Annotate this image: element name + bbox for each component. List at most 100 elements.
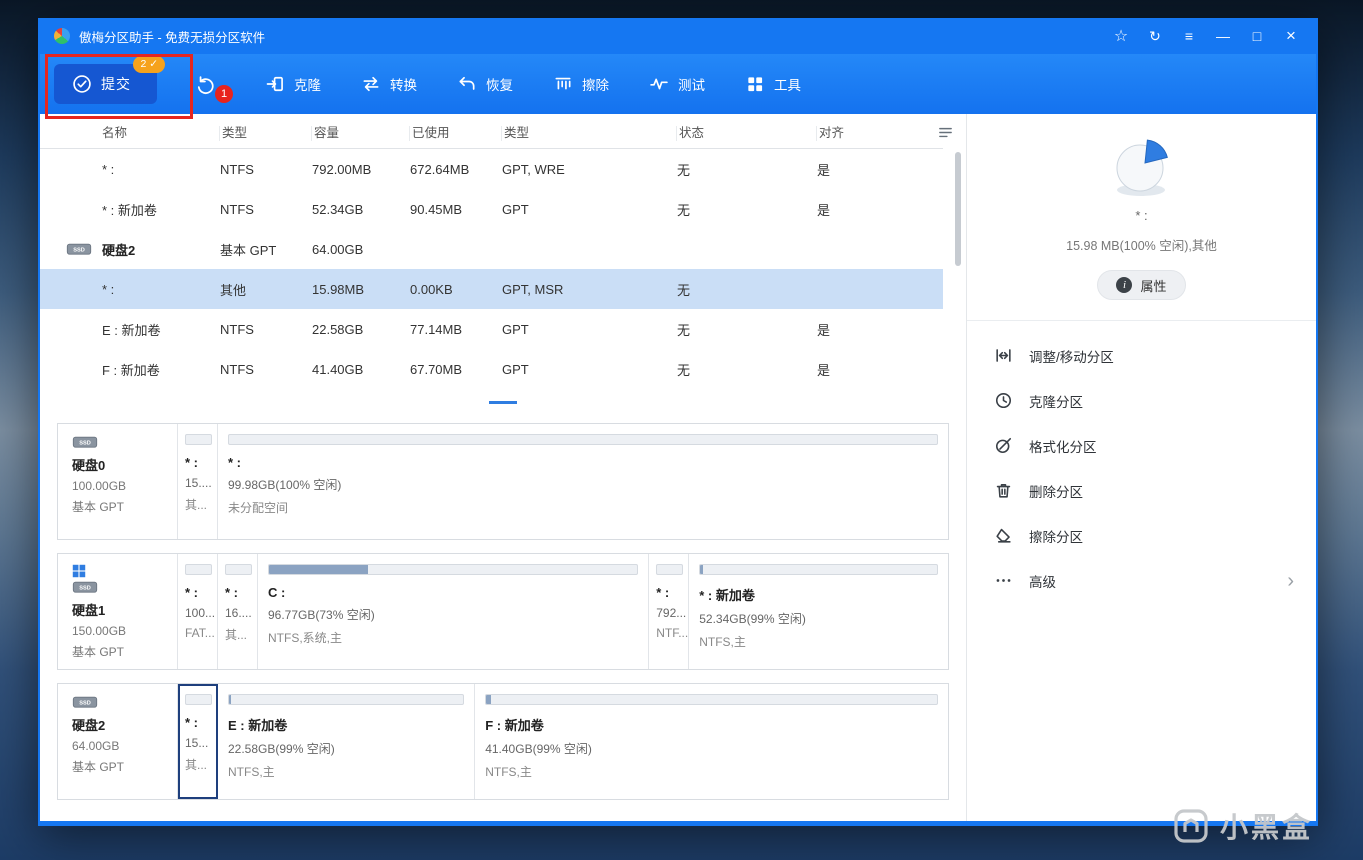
column-header[interactable]: 类型 bbox=[220, 125, 312, 141]
minimize-button[interactable]: — bbox=[1206, 22, 1240, 50]
partition-size: 96.77GB(73% 空闲) bbox=[268, 608, 375, 622]
row-cell: 无 bbox=[677, 322, 691, 338]
disk-row[interactable]: SSD 硬盘2 基本 GPT 64.00GB bbox=[40, 229, 943, 269]
partition-label: F : 新加卷 bbox=[485, 718, 544, 733]
column-header[interactable]: 容量 bbox=[312, 125, 410, 141]
delete-partition-icon bbox=[994, 481, 1013, 500]
column-settings-icon[interactable] bbox=[937, 124, 954, 141]
disk-panel: SSD 硬盘1 150.00GB 基本 GPT * : 100... FAT... * : 16… bbox=[57, 553, 949, 670]
action-clone-partition[interactable]: 克隆分区 bbox=[994, 378, 1294, 423]
capacity-bar bbox=[185, 564, 212, 575]
toolbar-button-label: 克隆 bbox=[294, 78, 321, 93]
capacity-bar bbox=[656, 564, 684, 575]
partition-label: E : 新加卷 bbox=[228, 718, 288, 733]
partition-size: 52.34GB(99% 空闲) bbox=[699, 612, 806, 626]
tools-button[interactable]: 工具 bbox=[745, 74, 801, 94]
action-label: 克隆分区 bbox=[1029, 394, 1083, 410]
watermark-label: 小黑盒 bbox=[1219, 812, 1313, 843]
action-label: 格式化分区 bbox=[1029, 439, 1097, 455]
column-header[interactable]: 已使用 bbox=[410, 125, 502, 141]
partition-row[interactable]: E : 新加卷 NTFS 22.58GB 77.14MB GPT 无 是 bbox=[40, 309, 943, 349]
partition-block[interactable]: C : 96.77GB(73% 空闲) NTFS,系统,主 bbox=[258, 554, 650, 669]
partition-block[interactable]: * : 100... FAT... bbox=[178, 554, 218, 669]
partition-row[interactable]: F : 新加卷 NTFS 41.40GB 67.70MB GPT 无 是 bbox=[40, 349, 943, 389]
erase-partition-icon bbox=[994, 526, 1013, 545]
partition-size: 41.40GB(99% 空闲) bbox=[485, 742, 592, 756]
refresh-button[interactable]: ↻ bbox=[1138, 22, 1172, 50]
disk-info[interactable]: SSD 硬盘2 64.00GB 基本 GPT bbox=[58, 684, 178, 799]
table-scrollbar[interactable] bbox=[955, 152, 961, 412]
undo-icon bbox=[194, 74, 215, 95]
row-cell: 77.14MB bbox=[410, 321, 463, 337]
favorite-button[interactable]: ☆ bbox=[1104, 22, 1138, 50]
row-cell: GPT bbox=[502, 201, 529, 217]
table-scroll-indicator bbox=[489, 401, 517, 404]
sidebar-actions: 调整/移动分区克隆分区格式化分区删除分区 擦除分区 高级 › bbox=[967, 321, 1316, 603]
ssd-disk-icon: SSD bbox=[66, 241, 92, 257]
column-header[interactable]: 状态 bbox=[677, 125, 817, 141]
capacity-bar bbox=[185, 434, 212, 445]
partition-block[interactable]: E : 新加卷 22.58GB(99% 空闲) NTFS,主 bbox=[218, 684, 476, 799]
partition-filesystem: 其... bbox=[185, 758, 208, 772]
toolbar-button-label: 恢复 bbox=[486, 78, 513, 93]
row-cell: 22.58GB bbox=[312, 321, 364, 337]
row-cell: 672.64MB bbox=[410, 161, 470, 177]
partition-row[interactable]: * : 其他 15.98MB 0.00KB GPT, MSR 无 bbox=[40, 269, 943, 309]
clone-icon bbox=[265, 74, 285, 94]
column-header[interactable]: 对齐 bbox=[817, 126, 943, 141]
partition-filesystem: 其... bbox=[185, 498, 208, 512]
svg-text:SSD: SSD bbox=[79, 586, 91, 592]
erase-button[interactable]: 擦除 bbox=[553, 74, 609, 94]
disk-panels: SSD 硬盘0 100.00GB 基本 GPT * : 15.... 其... * : 99.9… bbox=[40, 423, 966, 800]
partition-size: 15... bbox=[185, 736, 209, 750]
row-cell: 0.00KB bbox=[410, 281, 453, 297]
action-erase-partition[interactable]: 擦除分区 bbox=[994, 513, 1294, 558]
disk-info[interactable]: SSD 硬盘1 150.00GB 基本 GPT bbox=[58, 554, 178, 669]
pie-chart bbox=[967, 138, 1316, 200]
row-cell: 其他 bbox=[220, 282, 247, 298]
partition-block[interactable]: * : 15... 其... bbox=[178, 684, 218, 799]
convert-button[interactable]: 转换 bbox=[361, 74, 417, 94]
row-name: * : bbox=[102, 161, 115, 177]
disk-info[interactable]: SSD 硬盘0 100.00GB 基本 GPT bbox=[58, 424, 178, 539]
titlebar[interactable]: 傲梅分区助手 - 免费无损分区软件 ☆ ↻ ≡ — □ × bbox=[40, 18, 1316, 54]
action-delete-partition[interactable]: 删除分区 bbox=[994, 468, 1294, 513]
scrollbar-thumb[interactable] bbox=[955, 152, 961, 266]
window-controls: ☆ ↻ ≡ — □ × bbox=[1104, 22, 1308, 50]
svg-text:SSD: SSD bbox=[73, 248, 85, 254]
row-cell: 792.00MB bbox=[312, 161, 372, 177]
row-cell: NTFS bbox=[220, 361, 254, 377]
row-cell: NTFS bbox=[220, 201, 254, 217]
action-format-partition[interactable]: 格式化分区 bbox=[994, 423, 1294, 468]
recover-button[interactable]: 恢复 bbox=[457, 74, 513, 94]
maximize-button[interactable]: □ bbox=[1240, 22, 1274, 50]
capacity-bar-fill bbox=[700, 565, 703, 574]
partition-block[interactable]: * : 新加卷 52.34GB(99% 空闲) NTFS,主 bbox=[689, 554, 948, 669]
app-window: 傲梅分区助手 - 免费无损分区软件 ☆ ↻ ≡ — □ × 提交 2 ✓ 1 克隆 转换 恢复… bbox=[38, 18, 1318, 826]
partition-block[interactable]: * : 99.98GB(100% 空闲) 未分配空间 bbox=[218, 424, 948, 539]
partition-label: * : 新加卷 bbox=[699, 588, 755, 603]
info-icon: i bbox=[1116, 277, 1133, 293]
column-header[interactable]: 名称 bbox=[40, 125, 220, 141]
close-button[interactable]: × bbox=[1274, 22, 1308, 50]
partition-block[interactable]: * : 792... NTF... bbox=[649, 554, 690, 669]
properties-button[interactable]: i 属性 bbox=[1097, 270, 1186, 300]
menu-button[interactable]: ≡ bbox=[1172, 22, 1206, 50]
partition-size: 792... bbox=[656, 606, 687, 620]
test-button[interactable]: 测试 bbox=[649, 74, 705, 94]
action-resize-move[interactable]: 调整/移动分区 bbox=[994, 333, 1294, 378]
capacity-bar bbox=[699, 564, 938, 575]
clone-button[interactable]: 克隆 bbox=[265, 74, 321, 94]
column-header[interactable]: 类型 bbox=[502, 125, 677, 141]
disk-type: 基本 GPT bbox=[72, 645, 125, 659]
partition-row[interactable]: * : NTFS 792.00MB 672.64MB GPT, WRE 无 是 bbox=[40, 149, 943, 189]
partition-block[interactable]: * : 16.... 其... bbox=[218, 554, 258, 669]
action-advanced[interactable]: 高级 › bbox=[994, 558, 1294, 603]
partition-row[interactable]: * : 新加卷 NTFS 52.34GB 90.45MB GPT 无 是 bbox=[40, 189, 943, 229]
sidebar: * : 15.98 MB(100% 空闲),其他 i 属性 调整/移动分区 克隆分… bbox=[966, 114, 1316, 821]
toolbar: 提交 2 ✓ 1 克隆 转换 恢复 擦除 测试 工具 bbox=[40, 54, 1316, 119]
disk-type: 基本 GPT bbox=[72, 500, 125, 514]
row-name: F : 新加卷 bbox=[102, 362, 160, 378]
partition-block[interactable]: * : 15.... 其... bbox=[178, 424, 218, 539]
partition-block[interactable]: F : 新加卷 41.40GB(99% 空闲) NTFS,主 bbox=[475, 684, 948, 799]
